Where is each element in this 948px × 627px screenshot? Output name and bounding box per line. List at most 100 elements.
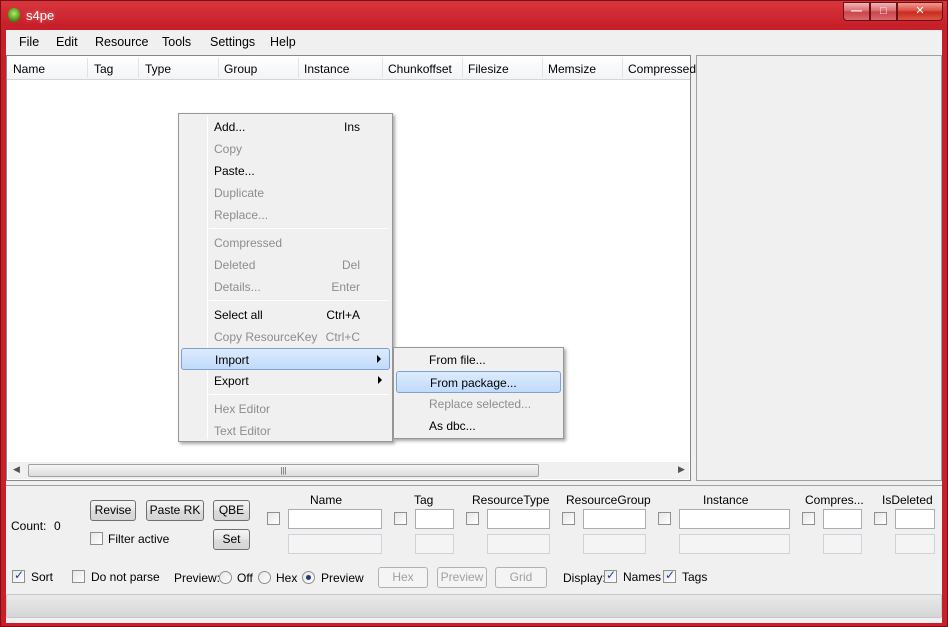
submenu-item-as-dbc[interactable]: As dbc... <box>396 415 561 437</box>
menu-edit[interactable]: Edit <box>56 35 78 49</box>
filter-resourcetype-input[interactable] <box>487 509 550 529</box>
filter-instance-input[interactable] <box>679 509 790 529</box>
column-divider[interactable] <box>87 58 88 78</box>
filter-resourcegroup-value-input <box>583 534 646 554</box>
menu-separator <box>209 394 389 395</box>
column-divider[interactable] <box>138 58 139 78</box>
menu-settings[interactable]: Settings <box>210 35 255 49</box>
filter-instance-value-input <box>679 534 790 554</box>
menu-item-add[interactable]: Add... Ins <box>181 116 390 138</box>
menu-item-label: Hex Editor <box>214 402 271 416</box>
column-tag[interactable]: Tag <box>94 62 113 76</box>
sort-label: Sort <box>31 570 54 584</box>
menu-item-details: Details... Enter <box>181 276 390 298</box>
submenu-item-from-file[interactable]: From file... <box>396 349 561 371</box>
filter-resourcegroup-checkbox[interactable] <box>562 512 575 525</box>
set-button[interactable]: Set <box>213 529 250 550</box>
column-type[interactable]: Type <box>145 62 171 76</box>
column-divider[interactable] <box>298 58 299 78</box>
paste-rk-button[interactable]: Paste RK <box>146 500 204 521</box>
preview-button[interactable]: Preview <box>437 567 487 588</box>
filter-resourcetype-checkbox[interactable] <box>466 512 479 525</box>
do-not-parse-checkbox[interactable] <box>72 570 85 583</box>
column-divider[interactable] <box>382 58 383 78</box>
filter-instance-checkbox[interactable] <box>658 512 671 525</box>
menu-item-export[interactable]: Export <box>181 370 390 392</box>
preview-preview-label: Preview <box>321 571 364 585</box>
revise-button[interactable]: Revise <box>90 500 136 521</box>
column-divider[interactable] <box>462 58 463 78</box>
menu-item-import[interactable]: Import <box>181 348 390 370</box>
column-group[interactable]: Group <box>224 62 257 76</box>
filter-resourcegroup-input[interactable] <box>583 509 646 529</box>
filter-tag-checkbox[interactable] <box>394 512 407 525</box>
menu-help[interactable]: Help <box>270 35 296 49</box>
column-compressed[interactable]: Compressed <box>628 62 696 76</box>
menu-item-replace: Replace... <box>181 204 390 226</box>
filter-tag-header: Tag <box>414 493 434 507</box>
column-filesize[interactable]: Filesize <box>468 62 509 76</box>
column-chunkoffset[interactable]: Chunkoffset <box>388 62 452 76</box>
filter-isdeleted-checkbox[interactable] <box>874 512 887 525</box>
column-divider[interactable] <box>218 58 219 78</box>
filter-name-checkbox[interactable] <box>267 512 280 525</box>
menu-item-label: Text Editor <box>214 424 271 438</box>
filter-compressed-checkbox[interactable] <box>802 512 815 525</box>
filter-active-checkbox[interactable] <box>90 532 103 545</box>
column-memsize[interactable]: Memsize <box>548 62 596 76</box>
sort-checkbox[interactable] <box>12 568 25 583</box>
menu-item-text-editor: Text Editor <box>181 420 390 442</box>
qbe-button[interactable]: QBE <box>213 500 250 521</box>
display-tags-checkbox[interactable] <box>663 568 676 583</box>
grid-button[interactable]: Grid <box>495 567 547 588</box>
filter-isdeleted-input[interactable] <box>895 509 935 529</box>
menu-bar: File Edit Resource Tools Settings Help <box>6 30 942 54</box>
hex-button[interactable]: Hex <box>378 567 428 588</box>
filter-tag-input[interactable] <box>415 509 454 529</box>
column-divider[interactable] <box>542 58 543 78</box>
display-names-checkbox[interactable] <box>604 568 617 583</box>
preview-hex-label: Hex <box>276 571 298 585</box>
menu-item-label: Replace selected... <box>429 397 532 411</box>
scroll-thumb[interactable]: ||| <box>28 464 539 477</box>
import-submenu: From file... From package... Replace sel… <box>393 347 564 439</box>
filter-name-input[interactable] <box>288 509 382 529</box>
menu-item-label: Deleted <box>214 258 256 272</box>
menu-tools[interactable]: Tools <box>162 35 191 49</box>
context-menu: Add... Ins Copy Paste... Duplicate Repla… <box>178 113 393 442</box>
column-name[interactable]: Name <box>13 62 45 76</box>
menu-item-label: From package... <box>430 376 517 390</box>
scroll-left-icon[interactable]: ◀ <box>13 464 20 475</box>
column-divider[interactable] <box>622 58 623 78</box>
column-instance[interactable]: Instance <box>304 62 349 76</box>
menu-resource[interactable]: Resource <box>95 35 149 49</box>
menu-separator <box>209 300 389 301</box>
horizontal-scrollbar[interactable]: ◀ ||| ▶ <box>8 462 689 479</box>
display-label: Display: <box>563 571 606 585</box>
menu-item-copy: Copy <box>181 138 390 160</box>
menu-separator <box>209 228 389 229</box>
preview-off-radio[interactable] <box>219 571 232 584</box>
menu-item-label: Duplicate <box>214 186 265 200</box>
minimize-button[interactable]: — <box>843 2 870 21</box>
title-bar[interactable]: s4pe — □ ✕ <box>1 1 947 29</box>
close-button[interactable]: ✕ <box>897 2 943 21</box>
menu-item-copy-resourcekey: Copy ResourceKey Ctrl+C <box>181 326 390 348</box>
count-label: Count: <box>11 519 47 533</box>
menu-item-paste[interactable]: Paste... <box>181 160 390 182</box>
submenu-item-from-package[interactable]: From package... <box>396 371 561 393</box>
preview-preview-radio[interactable] <box>302 571 315 584</box>
preview-panel <box>696 55 942 481</box>
filter-isdeleted-value-input <box>895 534 935 554</box>
menu-item-label: Export <box>214 374 249 388</box>
menu-item-shortcut: Enter <box>331 280 360 294</box>
filter-isdeleted-header: IsDeleted <box>882 493 933 507</box>
preview-hex-radio[interactable] <box>258 571 271 584</box>
menu-item-shortcut: Ins <box>343 120 360 134</box>
filter-compressed-input[interactable] <box>823 509 862 529</box>
scroll-right-icon[interactable]: ▶ <box>678 464 685 475</box>
maximize-button[interactable]: □ <box>870 2 897 21</box>
menu-file[interactable]: File <box>19 35 39 49</box>
menu-item-shortcut: Del <box>341 258 360 272</box>
menu-item-select-all[interactable]: Select all Ctrl+A <box>181 304 390 326</box>
